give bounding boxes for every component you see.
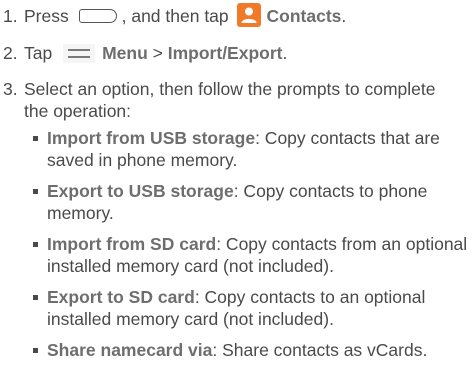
list-item: Import from USB storage: Copy contacts t… — [0, 127, 474, 171]
step-2: 2. Tap Menu > Import/Export. — [0, 42, 474, 65]
list-item: Export to USB storage: Copy contacts to … — [0, 180, 474, 224]
step-text: Press — [24, 6, 69, 26]
option-desc: : Share contacts as vCards. — [212, 340, 428, 361]
menu-icon — [63, 44, 96, 64]
option-label: Share namecard via — [47, 340, 213, 361]
bullet-icon — [33, 189, 38, 195]
bullet-icon — [33, 136, 38, 142]
options-list: Import from USB storage: Copy contacts t… — [0, 127, 474, 361]
step-text: Tap — [24, 43, 53, 64]
step-text: Select an option, then follow the prompt… — [24, 79, 436, 122]
step-text: . — [341, 6, 347, 26]
list-item: Export to SD card: Copy contacts to an o… — [0, 286, 474, 330]
list-item: Import from SD card: Copy contacts from … — [0, 233, 474, 277]
bullet-icon — [33, 348, 38, 354]
option-label: Export to SD card — [47, 287, 195, 308]
instructions: 1. Press , and then tap Contacts. 2. Tap… — [0, 2, 474, 370]
step-1: 1. Press , and then tap Contacts. — [0, 3, 474, 29]
option-label: Import from USB storage — [47, 128, 256, 149]
step-number: 1. — [3, 6, 18, 26]
bullet-icon — [33, 295, 38, 301]
home-key-icon — [78, 8, 117, 23]
step-number: 2. — [3, 43, 18, 64]
option-label: Import from SD card — [47, 234, 217, 255]
option-label: Export to USB storage — [47, 181, 234, 202]
separator: > — [147, 43, 168, 64]
contacts-app-icon — [236, 3, 261, 28]
list-item: Share namecard via: Share contacts as vC… — [0, 339, 474, 361]
step-number: 3. — [3, 79, 18, 100]
menu-label: Menu — [102, 43, 148, 64]
bullet-icon — [33, 242, 38, 248]
import-export-label: Import/Export — [167, 43, 283, 64]
step-text: , and then tap — [121, 6, 229, 26]
step-text: . — [282, 43, 288, 64]
step-3: 3. Select an option, then follow the pro… — [0, 78, 474, 122]
contacts-label: Contacts — [266, 6, 342, 26]
